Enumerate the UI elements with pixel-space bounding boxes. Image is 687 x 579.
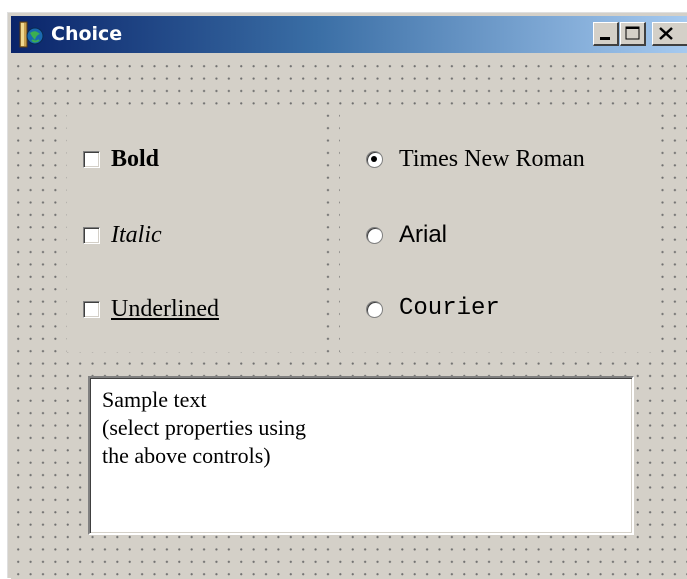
italic-checkbox-row[interactable]: Italic — [83, 218, 162, 252]
minimize-icon — [600, 37, 610, 40]
times-radio[interactable] — [366, 150, 383, 168]
sample-text-area[interactable]: Sample text (select properties using the… — [88, 376, 634, 535]
arial-radio[interactable] — [366, 226, 383, 244]
underlined-label: Underlined — [111, 296, 219, 322]
font-options-group: Times New Roman Arial Courier — [340, 112, 658, 352]
arial-radio-row[interactable]: Arial — [366, 218, 447, 252]
courier-label: Courier — [399, 295, 500, 322]
choice-window: Choice Bold Italic Underlined Times New … — [7, 12, 687, 579]
maximize-button[interactable] — [620, 22, 646, 46]
minimize-button[interactable] — [593, 22, 619, 46]
window-title: Choice — [51, 23, 123, 45]
underlined-checkbox[interactable] — [83, 300, 100, 318]
italic-label: Italic — [111, 222, 162, 248]
dialog-client-area: Bold Italic Underlined Times New Roman A… — [11, 57, 687, 579]
close-icon — [659, 27, 673, 40]
courier-radio-row[interactable]: Courier — [366, 292, 500, 326]
app-icon[interactable] — [19, 21, 45, 49]
italic-checkbox[interactable] — [83, 226, 100, 244]
maximize-icon — [625, 26, 640, 40]
bold-checkbox-row[interactable]: Bold — [83, 142, 159, 176]
close-button[interactable] — [652, 22, 687, 46]
times-label: Times New Roman — [399, 146, 585, 172]
title-bar[interactable]: Choice — [11, 16, 687, 53]
times-radio-row[interactable]: Times New Roman — [366, 142, 585, 176]
radio-selected-dot — [371, 155, 377, 162]
courier-radio[interactable] — [366, 300, 383, 318]
underlined-checkbox-row[interactable]: Underlined — [83, 292, 219, 326]
arial-label: Arial — [399, 221, 448, 248]
bold-label: Bold — [111, 146, 160, 172]
style-options-group: Bold Italic Underlined — [67, 112, 319, 352]
bold-checkbox[interactable] — [83, 150, 100, 168]
